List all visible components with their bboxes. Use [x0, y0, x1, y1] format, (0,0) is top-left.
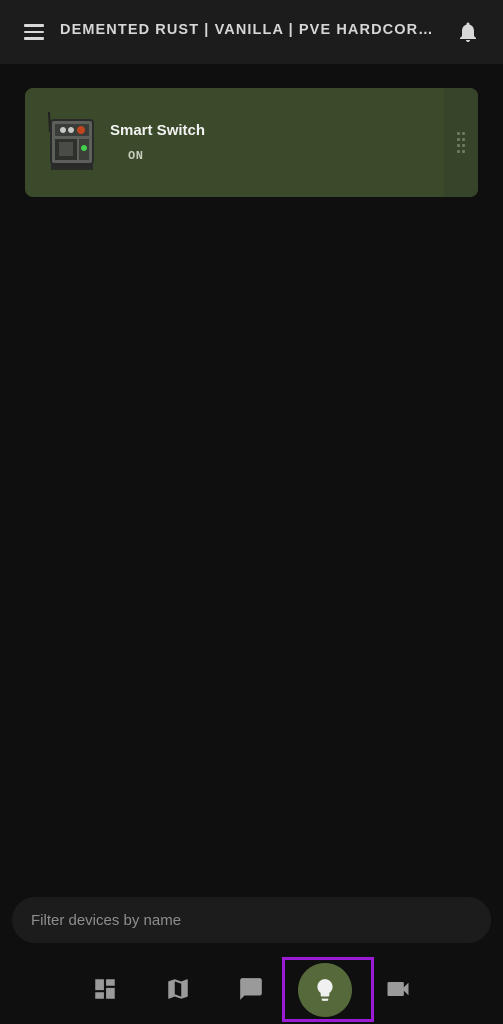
nav-devices[interactable]: [298, 963, 352, 1017]
smart-switch-image: [41, 110, 101, 172]
drag-dots-icon: [457, 132, 465, 153]
camera-icon: [387, 982, 409, 996]
app-root: DEMENTED RUST | VANILLA | PVE HARDCORE |…: [0, 0, 503, 1024]
nav-dashboard[interactable]: [83, 967, 127, 1011]
nav-map[interactable]: [156, 967, 200, 1011]
nav-chat[interactable]: [229, 967, 273, 1011]
lightbulb-icon: [317, 979, 333, 1001]
device-state-toggle[interactable]: ON: [128, 149, 143, 163]
menu-icon[interactable]: [22, 20, 46, 44]
bell-icon[interactable]: [456, 20, 480, 44]
dashboard-icon: [95, 979, 115, 999]
app-header: DEMENTED RUST | VANILLA | PVE HARDCORE |…: [0, 0, 503, 64]
nav-camera[interactable]: [376, 967, 420, 1011]
device-card-smart-switch[interactable]: Smart Switch ON: [25, 88, 478, 197]
drag-handle[interactable]: [444, 88, 478, 197]
filter-devices-input[interactable]: [12, 897, 491, 943]
chat-icon: [240, 978, 262, 1000]
device-name: Smart Switch: [110, 122, 206, 139]
map-icon: [168, 979, 188, 999]
server-title: DEMENTED RUST | VANILLA | PVE HARDCORE |…: [60, 22, 440, 38]
